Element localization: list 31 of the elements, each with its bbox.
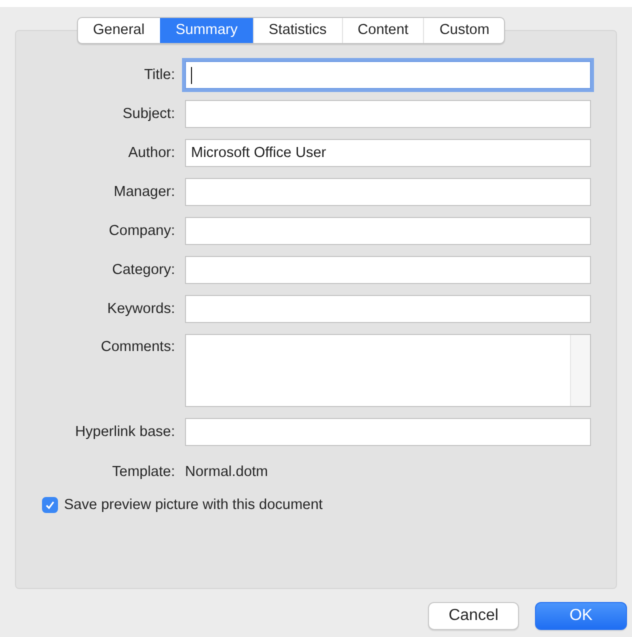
template-value: Normal.dotm [185,464,268,480]
input-field[interactable] [185,217,591,245]
field-label: Comments: [100,338,176,355]
text-area[interactable] [185,334,591,407]
field-label: Template: [111,464,176,480]
input-field[interactable] [185,295,591,323]
checkmark-icon [44,499,56,511]
field-label: Manager: [112,184,176,200]
input-field[interactable]: Microsoft Office User [185,139,591,167]
input-field[interactable] [185,178,591,206]
checkbox-label: Save preview picture with this document [64,497,323,513]
ok-button[interactable]: OK [535,602,627,630]
tab[interactable]: Statistics [252,18,342,43]
field-label: Hyperlink base: [74,424,176,440]
checkbox[interactable] [42,497,58,513]
field-label: Category: [111,262,176,278]
scrollbar-track [570,335,590,406]
tab[interactable]: Custom [423,18,504,43]
cancel-button[interactable]: Cancel [428,602,519,630]
tab[interactable]: Summary [160,18,253,43]
field-label: Keywords: [106,301,176,317]
field-label: Title: [143,67,176,83]
tab[interactable]: General [78,18,160,43]
field-label: Author: [127,145,176,161]
input-field[interactable] [185,61,591,89]
input-field[interactable] [185,256,591,284]
input-field[interactable] [185,100,591,128]
tab[interactable]: Content [342,18,424,43]
field-label: Subject: [122,106,176,122]
field-label: Company: [108,223,176,239]
input-field[interactable] [185,418,591,446]
